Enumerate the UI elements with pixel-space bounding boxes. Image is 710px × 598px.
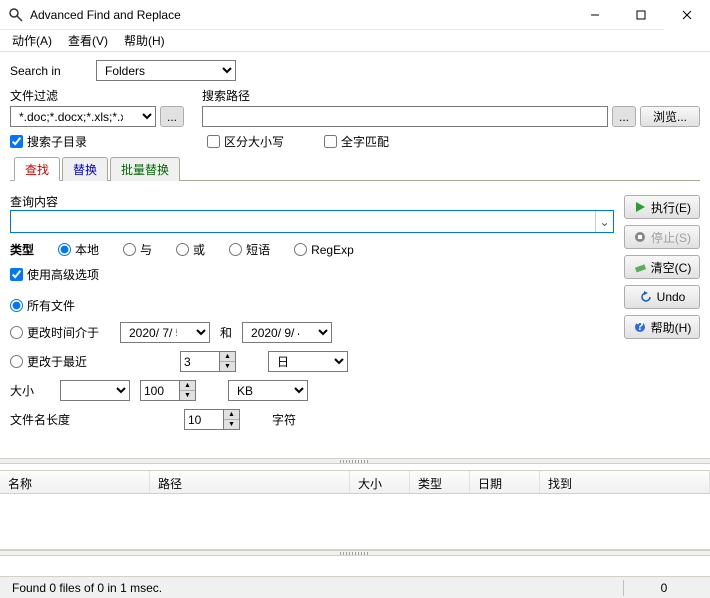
detail-pane [0,556,710,576]
execute-button[interactable]: 执行(E) [624,195,700,219]
undo-button[interactable]: Undo [624,285,700,309]
use-advanced-checkbox[interactable]: 使用高级选项 [10,266,614,283]
date-to-select[interactable]: 2020/ 9/ 4 [242,322,332,343]
query-label: 查询内容 [10,193,614,210]
type-and-radio[interactable]: 与 [123,241,152,258]
search-path-input[interactable] [202,106,608,127]
type-or-radio[interactable]: 或 [176,241,205,258]
app-icon [8,7,24,23]
maximize-button[interactable] [618,0,664,30]
status-text: Found 0 files of 0 in 1 msec. [6,581,623,595]
query-dropdown-caret[interactable]: ⌄ [595,211,613,232]
status-count: 0 [624,581,704,595]
close-button[interactable] [664,0,710,30]
tab-batch[interactable]: 批量替换 [110,157,180,181]
help-button[interactable]: ?帮助(H) [624,315,700,339]
stop-button[interactable]: 停止(S) [624,225,700,249]
date-from-select[interactable]: 2020/ 7/ 5 [120,322,210,343]
col-path[interactable]: 路径 [150,471,350,493]
and-label: 和 [220,324,232,341]
menu-action[interactable]: 动作(A) [4,30,60,51]
size-op-select[interactable] [60,380,130,401]
type-phrase-radio[interactable]: 短语 [229,241,270,258]
play-icon [633,200,647,214]
search-path-label: 搜索路径 [202,87,700,104]
window-title: Advanced Find and Replace [30,8,572,22]
tabs: 查找 替换 批量替换 [10,156,700,181]
svg-text:?: ? [636,321,643,333]
case-sensitive-checkbox[interactable]: 区分大小写 [207,133,284,150]
menu-help[interactable]: 帮助(H) [116,30,173,51]
search-in-label: Search in [10,64,90,78]
tab-find[interactable]: 查找 [14,157,60,181]
col-found[interactable]: 找到 [540,471,710,493]
main-panel: 查询内容 ⌄ 类型 本地 与 或 短语 RegExp 使用高级选项 所有文件 更… [0,187,624,458]
menu-view[interactable]: 查看(V) [60,30,116,51]
tab-replace[interactable]: 替换 [62,157,108,181]
side-buttons: 执行(E) 停止(S) 清空(C) Undo ?帮助(H) [624,187,710,458]
search-path-more-button[interactable]: ... [612,106,636,127]
type-regexp-radio[interactable]: RegExp [294,243,354,257]
type-label: 类型 [10,241,34,258]
undo-icon [639,290,653,304]
menubar: 动作(A) 查看(V) 帮助(H) [0,30,710,52]
changed-recent-radio[interactable]: 更改于最近 [10,353,110,370]
file-filter-label: 文件过滤 [10,87,186,104]
eraser-icon [633,260,647,274]
col-type[interactable]: 类型 [410,471,470,493]
titlebar: Advanced Find and Replace [0,0,710,30]
minimize-button[interactable] [572,0,618,30]
recent-count-stepper[interactable]: ▲▼ [180,351,236,372]
browse-button[interactable]: 浏览... [640,106,700,127]
statusbar: Found 0 files of 0 in 1 msec. 0 [0,576,710,598]
file-filter-more-button[interactable]: ... [160,106,184,127]
results-body [0,494,710,550]
recent-unit-select[interactable]: 日 [268,351,348,372]
clear-button[interactable]: 清空(C) [624,255,700,279]
chevron-down-icon[interactable]: ▼ [220,362,235,371]
search-in-select[interactable]: Folders [96,60,236,81]
splitter[interactable] [0,458,710,464]
all-files-radio[interactable]: 所有文件 [10,297,75,314]
help-icon: ? [633,320,647,334]
file-filter-select[interactable]: *.doc;*.docx;*.xls;*.xlsx;*.h [10,106,156,127]
size-value-stepper[interactable]: ▲▼ [140,380,196,401]
results-header: 名称 路径 大小 类型 日期 找到 [0,470,710,494]
name-len-unit: 字符 [272,411,296,428]
toolbar-area: Search in Folders 文件过滤 *.doc;*.docx;*.xl… [0,52,710,187]
name-len-label: 文件名长度 [10,411,110,428]
col-name[interactable]: 名称 [0,471,150,493]
name-len-stepper[interactable]: ▲▼ [184,409,240,430]
splitter-2[interactable] [0,550,710,556]
query-input[interactable] [11,211,595,232]
query-input-combo[interactable]: ⌄ [10,210,614,233]
changed-between-radio[interactable]: 更改时间介于 [10,324,110,341]
col-date[interactable]: 日期 [470,471,540,493]
chevron-up-icon[interactable]: ▲ [220,352,235,362]
size-label: 大小 [10,382,50,399]
search-subdir-checkbox[interactable]: 搜索子目录 [10,133,87,150]
col-size[interactable]: 大小 [350,471,410,493]
type-local-radio[interactable]: 本地 [58,241,99,258]
whole-word-checkbox[interactable]: 全字匹配 [324,133,389,150]
stop-icon [633,230,647,244]
size-unit-select[interactable]: KB [228,380,308,401]
